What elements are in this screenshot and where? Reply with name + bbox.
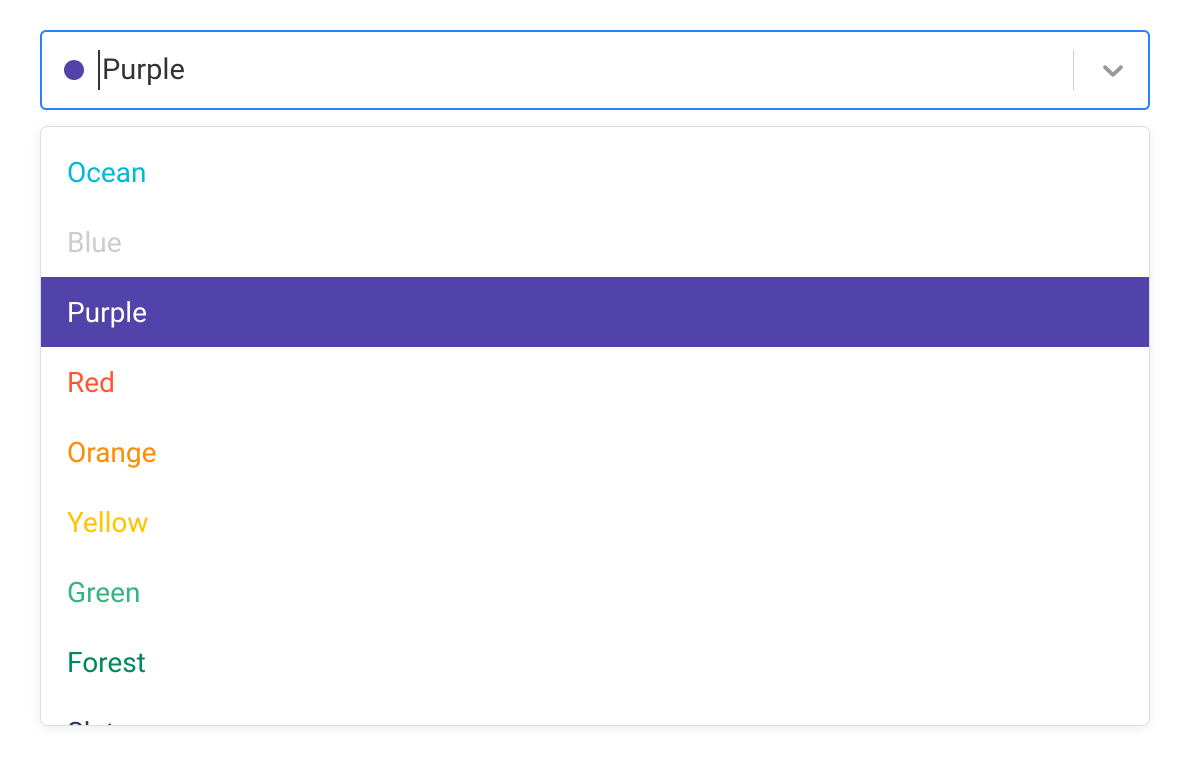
option-label: Slate — [67, 716, 130, 727]
option-label: Yellow — [67, 506, 148, 539]
select-menu: Ocean Blue Purple Red Orange Yellow Green Fores… — [40, 126, 1150, 726]
chevron-down-icon — [1096, 53, 1130, 87]
text-caret — [98, 50, 100, 90]
selected-value-label: Purple — [98, 53, 185, 87]
select-value-container[interactable]: Purple — [98, 32, 1065, 108]
selected-color-dot — [64, 60, 84, 80]
select-control[interactable]: Purple — [40, 30, 1150, 110]
option-orange[interactable]: Orange — [41, 417, 1149, 487]
option-ocean[interactable]: Ocean — [41, 137, 1149, 207]
color-select: Purple Ocean Blue Purple Red Orange Yellow Gre… — [40, 30, 1150, 726]
option-label: Ocean — [67, 156, 146, 189]
option-slate[interactable]: Slate — [41, 697, 1149, 726]
select-menu-list[interactable]: Ocean Blue Purple Red Orange Yellow Green Fores… — [41, 127, 1149, 726]
option-label: Blue — [67, 226, 122, 259]
dropdown-toggle[interactable] — [1088, 45, 1138, 95]
option-label: Purple — [67, 296, 147, 329]
option-yellow[interactable]: Yellow — [41, 487, 1149, 557]
option-purple[interactable]: Purple — [41, 277, 1149, 347]
option-label: Green — [67, 576, 140, 609]
option-label: Forest — [67, 646, 146, 679]
option-label: Red — [67, 366, 115, 399]
option-label: Orange — [67, 436, 156, 469]
option-red[interactable]: Red — [41, 347, 1149, 417]
indicator-separator — [1073, 50, 1074, 90]
option-forest[interactable]: Forest — [41, 627, 1149, 697]
select-indicators — [1065, 32, 1138, 108]
option-green[interactable]: Green — [41, 557, 1149, 627]
option-blue: Blue — [41, 207, 1149, 277]
